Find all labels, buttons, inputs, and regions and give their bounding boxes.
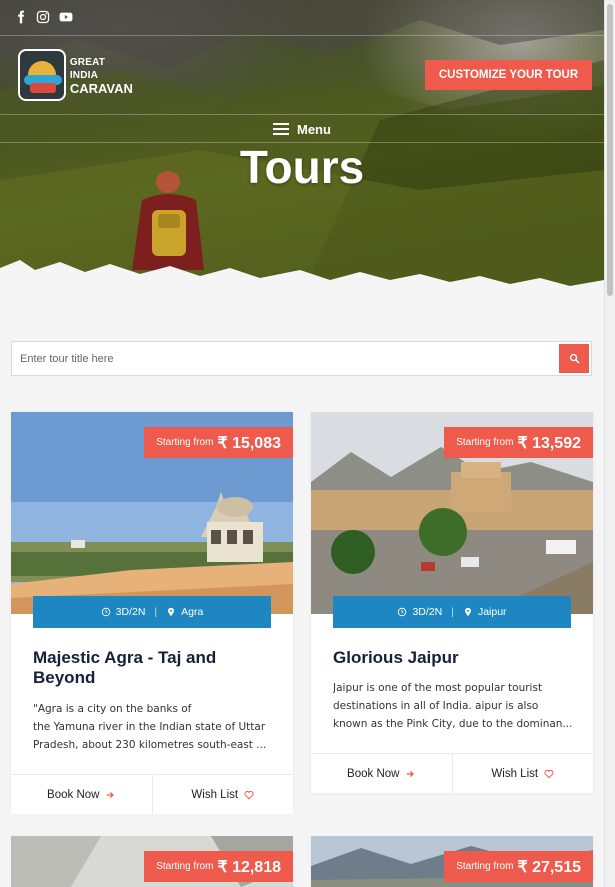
- arrow-right-icon: [407, 770, 415, 777]
- hero-banner: GREAT INDIA CARAVAN CUSTOMIZE YOUR TOUR …: [0, 0, 604, 300]
- tour-card[interactable]: Starting from ₹ 12,818: [11, 836, 293, 887]
- tour-duration: 3D/2N: [412, 606, 443, 618]
- logo-line-2: CARAVAN: [69, 80, 133, 96]
- tour-location: Jaipur: [477, 606, 507, 618]
- youtube-icon[interactable]: [59, 10, 75, 26]
- tour-title[interactable]: Majestic Agra - Taj and Beyond: [33, 648, 278, 688]
- search-icon: [569, 353, 579, 364]
- logo-emblem-icon: [18, 49, 66, 101]
- scrollbar-thumb[interactable]: [607, 4, 613, 296]
- facebook-icon[interactable]: [14, 10, 30, 26]
- price-tag: Starting from ₹ 27,515: [444, 851, 593, 882]
- heart-icon: [544, 769, 554, 778]
- tour-description: Jaipur is one of the most popular touris…: [333, 682, 573, 730]
- clock-icon: [101, 607, 110, 617]
- price-value: ₹ 15,083: [217, 434, 281, 452]
- tour-card[interactable]: Starting from ₹ 15,083 3D/2N | Agra Maje…: [11, 412, 293, 814]
- price-value: ₹ 13,592: [517, 434, 581, 452]
- top-social-bar: [0, 0, 604, 36]
- tour-description: "Agra is a city on the banks of the Yamu…: [33, 703, 267, 751]
- tour-duration: 3D/2N: [115, 606, 146, 618]
- price-value: ₹ 12,818: [217, 858, 281, 876]
- tour-image[interactable]: Starting from ₹ 13,592: [311, 412, 593, 614]
- tour-search-form: [11, 341, 592, 376]
- price-label: Starting from: [456, 861, 514, 872]
- wish-list-button[interactable]: Wish List: [151, 775, 293, 814]
- tour-meta-bar: 3D/2N | Agra: [33, 596, 271, 628]
- map-pin-icon: [168, 607, 175, 617]
- price-value: ₹ 27,515: [517, 858, 581, 876]
- tour-meta-bar: 3D/2N | Jaipur: [333, 596, 571, 628]
- price-label: Starting from: [156, 437, 214, 448]
- clock-icon: [398, 607, 407, 617]
- heart-icon: [244, 790, 254, 799]
- main-navbar: GREAT INDIA CARAVAN CUSTOMIZE YOUR TOUR: [0, 36, 604, 115]
- page-title: Tours: [239, 141, 365, 193]
- tour-image[interactable]: Starting from ₹ 12,818: [11, 836, 293, 887]
- menu-label: Menu: [297, 121, 331, 137]
- tour-location: Agra: [181, 606, 204, 618]
- tour-image[interactable]: Starting from ₹ 27,515: [311, 836, 593, 887]
- tour-title[interactable]: Glorious Jaipur: [333, 648, 578, 668]
- logo-line-1: GREAT INDIA: [69, 56, 106, 81]
- tour-image[interactable]: Starting from ₹ 15,083: [11, 412, 293, 614]
- menu-bar: Menu: [0, 115, 604, 143]
- customize-tour-button[interactable]: CUSTOMIZE YOUR TOUR: [425, 60, 592, 90]
- tour-card[interactable]: Starting from ₹ 27,515: [311, 836, 593, 887]
- price-tag: Starting from ₹ 13,592: [444, 427, 593, 458]
- hamburger-icon: [273, 123, 289, 135]
- map-pin-icon: [465, 607, 471, 617]
- price-tag: Starting from ₹ 15,083: [144, 427, 293, 458]
- book-now-button[interactable]: Book Now: [11, 775, 152, 814]
- instagram-icon[interactable]: [36, 10, 52, 26]
- tour-actions: Book Now Wish List: [11, 774, 293, 814]
- tour-search-input[interactable]: [12, 342, 558, 375]
- tours-content: Starting from ₹ 15,083 3D/2N | Agra Maje…: [0, 298, 604, 887]
- page-scrollbar[interactable]: [604, 0, 615, 887]
- price-label: Starting from: [456, 437, 514, 448]
- wish-list-button[interactable]: Wish List: [451, 754, 593, 793]
- torn-edge-divider: [0, 260, 604, 300]
- price-tag: Starting from ₹ 12,818: [144, 851, 293, 882]
- tour-actions: Book Now Wish List: [311, 753, 593, 793]
- book-now-button[interactable]: Book Now: [311, 754, 452, 793]
- tour-card[interactable]: Starting from ₹ 13,592 3D/2N | Jaipur Gl…: [311, 412, 593, 793]
- arrow-right-icon: [107, 791, 115, 798]
- brand-logo[interactable]: GREAT INDIA CARAVAN: [18, 48, 136, 102]
- price-label: Starting from: [156, 861, 214, 872]
- search-button[interactable]: [559, 344, 589, 373]
- menu-toggle-button[interactable]: Menu: [273, 119, 331, 139]
